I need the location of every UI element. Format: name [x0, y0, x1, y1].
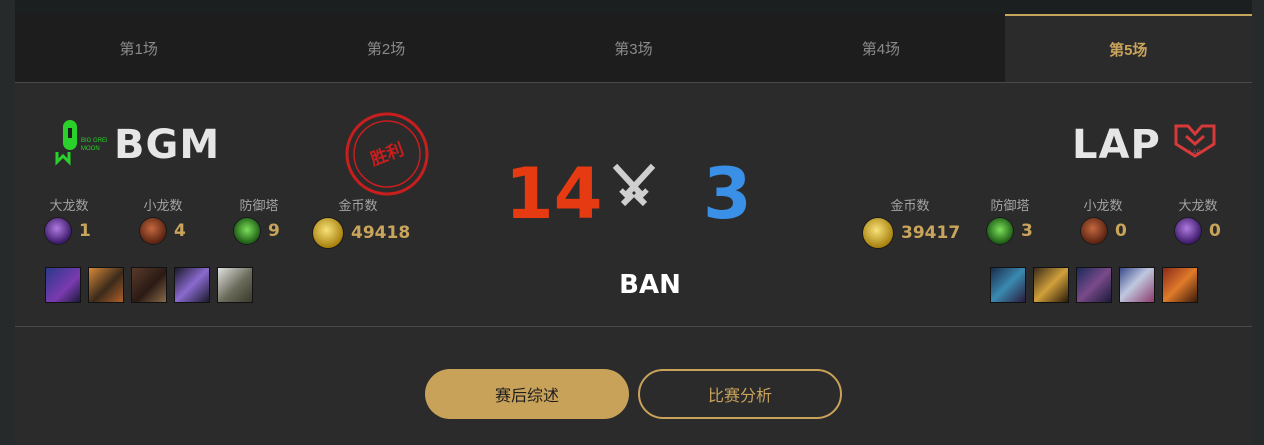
left-score: 14	[505, 153, 603, 235]
page-top-strip	[0, 0, 1264, 14]
page-right-strip	[1252, 0, 1264, 445]
tab-game-5[interactable]: 第5场	[1004, 14, 1252, 82]
lap-logo-icon: LAP	[1174, 124, 1216, 158]
victory-stamp-text: 胜利	[368, 139, 407, 170]
right-stat-gold: 39417	[863, 218, 960, 248]
right-stat-tower: 3	[987, 218, 1033, 244]
champion-portrait-icon	[88, 267, 124, 303]
victory-stamp: 胜利	[345, 112, 429, 196]
right-ban-list	[990, 267, 1198, 303]
tab-game-1[interactable]: 第1场	[15, 14, 262, 82]
right-dragon-count: 0	[1115, 221, 1127, 241]
gold-icon	[863, 218, 893, 248]
svg-text:MOON: MOON	[81, 146, 100, 152]
left-stat-label-dragon: 小龙数	[143, 198, 183, 213]
tab-game-3[interactable]: 第3场	[510, 14, 757, 82]
champion-portrait-icon	[131, 267, 167, 303]
svg-text:LAP: LAP	[1189, 150, 1200, 156]
right-stat-dragon: 0	[1081, 218, 1127, 244]
champion-portrait-icon	[1119, 267, 1155, 303]
tower-icon	[234, 218, 260, 244]
left-ban-list	[45, 267, 253, 303]
champion-portrait-icon	[45, 267, 81, 303]
match-panel: 第1场 第2场 第3场 第4场 第5场 BIG GREEN MOON BGM 胜…	[15, 14, 1252, 445]
svg-text:BIG GREEN: BIG GREEN	[81, 138, 107, 144]
left-team-name: BGM	[114, 122, 221, 168]
right-stat-label-baron: 大龙数	[1178, 198, 1218, 213]
left-tower-count: 9	[268, 221, 280, 241]
champion-portrait-icon	[1033, 267, 1069, 303]
champion-portrait-icon	[1162, 267, 1198, 303]
right-score: 3	[703, 153, 752, 235]
left-stat-gold: 49418	[313, 218, 410, 248]
ban-label: BAN	[619, 270, 681, 300]
baron-icon	[45, 218, 71, 244]
tower-icon	[987, 218, 1013, 244]
left-dragon-count: 4	[174, 221, 186, 241]
left-stat-tower: 9	[234, 218, 280, 244]
right-gold-count: 39417	[901, 223, 961, 243]
right-stat-label-tower: 防御塔	[990, 198, 1030, 213]
left-stat-baron: 1	[45, 218, 91, 244]
page-left-strip	[0, 0, 15, 445]
left-baron-count: 1	[79, 221, 91, 241]
dragon-icon	[1081, 218, 1107, 244]
right-baron-count: 0	[1209, 221, 1221, 241]
crossed-swords-icon	[612, 163, 656, 207]
game-tabs: 第1场 第2场 第3场 第4场 第5场	[15, 14, 1252, 83]
left-stat-dragon: 4	[140, 218, 186, 244]
bgm-logo-icon: BIG GREEN MOON	[55, 120, 107, 166]
dragon-icon	[140, 218, 166, 244]
post-match-summary-button[interactable]: 赛后综述	[425, 369, 629, 419]
champion-portrait-icon	[217, 267, 253, 303]
left-stat-label-baron: 大龙数	[49, 198, 89, 213]
right-tower-count: 3	[1021, 221, 1033, 241]
baron-icon	[1175, 218, 1201, 244]
right-stat-baron: 0	[1175, 218, 1221, 244]
champion-portrait-icon	[1076, 267, 1112, 303]
section-divider	[15, 326, 1252, 327]
tab-game-2[interactable]: 第2场	[262, 14, 509, 82]
right-team-name: LAP	[1072, 122, 1161, 168]
left-gold-count: 49418	[351, 223, 411, 243]
gold-icon	[313, 218, 343, 248]
right-stat-label-dragon: 小龙数	[1083, 198, 1123, 213]
champion-portrait-icon	[174, 267, 210, 303]
left-stat-label-tower: 防御塔	[239, 198, 279, 213]
left-stat-label-gold: 金币数	[338, 198, 378, 213]
tab-game-4[interactable]: 第4场	[757, 14, 1004, 82]
match-analysis-button[interactable]: 比赛分析	[638, 369, 842, 419]
right-stat-label-gold: 金币数	[890, 198, 930, 213]
champion-portrait-icon	[990, 267, 1026, 303]
